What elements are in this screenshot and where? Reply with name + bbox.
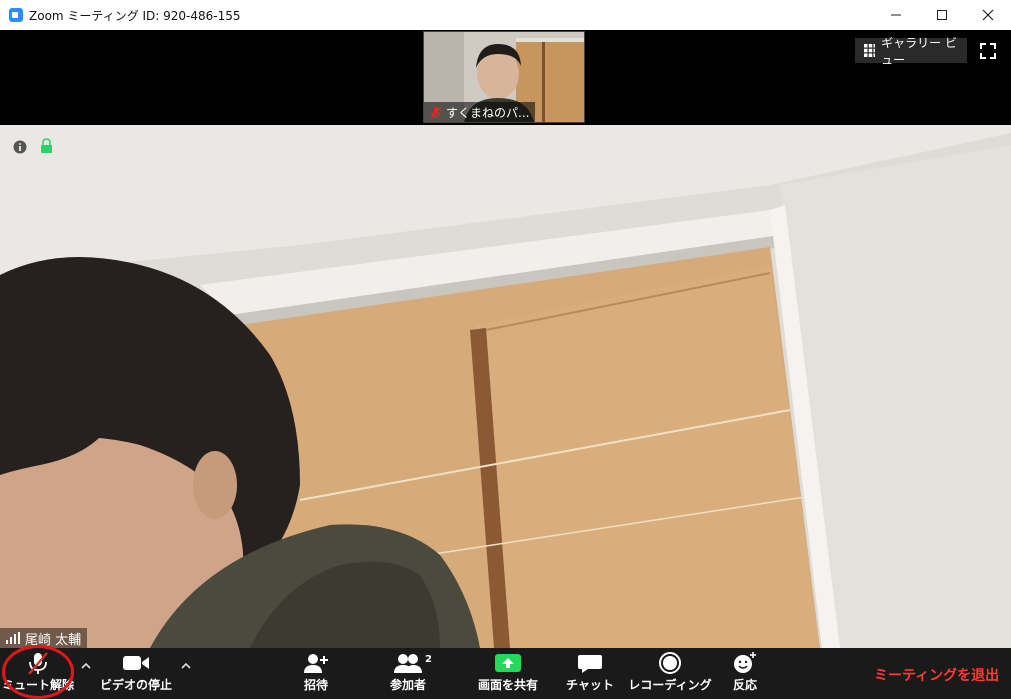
recording-label: レコーディング — [628, 678, 712, 692]
close-icon — [982, 9, 994, 21]
stop-video-button[interactable]: ビデオの停止 — [98, 648, 174, 699]
add-user-icon — [304, 654, 328, 673]
window-title: Zoom ミーティング ID: 920-486-155 — [29, 8, 241, 23]
unmute-button[interactable]: ミュート解除 — [2, 648, 74, 699]
participants-label: 参加者 — [389, 678, 426, 692]
thumbnail-name-tag: すくまねのパ... — [424, 102, 536, 122]
top-strip: すくまねのパ... ギャラリー ビュー — [0, 30, 1011, 125]
gallery-view-label: ギャラリー ビュー — [881, 35, 957, 67]
chat-icon — [578, 655, 602, 673]
chevron-up-icon — [81, 662, 91, 669]
participants-count: 2 — [425, 654, 432, 665]
reactions-button[interactable]: 反応 — [726, 648, 764, 699]
fullscreen-button[interactable] — [977, 40, 999, 62]
gallery-view-button[interactable]: ギャラリー ビュー — [855, 36, 967, 67]
thumbnail-name: すくまねのパ... — [446, 105, 530, 120]
share-screen-icon — [495, 654, 521, 672]
invite-label: 招待 — [303, 678, 328, 692]
record-icon — [659, 652, 681, 674]
invite-button[interactable]: 招待 — [296, 648, 336, 699]
grid-icon — [864, 44, 876, 57]
stop-video-label: ビデオの停止 — [99, 678, 172, 692]
meeting-info-button[interactable] — [13, 139, 27, 158]
video-options-caret[interactable] — [180, 660, 194, 674]
chat-label: チャット — [566, 678, 614, 692]
video-camera-icon — [123, 656, 149, 670]
leave-meeting-button[interactable]: ミーティングを退出 — [874, 665, 999, 685]
speaker-name-tag: 尾崎 太輔 — [0, 628, 88, 648]
chat-button[interactable]: チャット — [565, 648, 615, 699]
info-icon — [13, 140, 27, 154]
maximize-button[interactable] — [919, 0, 965, 30]
reaction-icon — [734, 652, 756, 673]
main-video-view: 尾崎 太輔 — [0, 125, 1011, 648]
audio-options-caret[interactable] — [80, 660, 94, 674]
zoom-window: Zoom ミーティング ID: 920-486-155 すくまねのパ... ギャ… — [0, 0, 1011, 699]
encryption-lock[interactable] — [40, 138, 53, 158]
chevron-up-icon — [181, 662, 191, 669]
lock-icon — [41, 138, 52, 153]
share-screen-button[interactable]: 画面を共有 — [472, 648, 544, 699]
zoom-app-icon — [9, 8, 23, 22]
title-bar: Zoom ミーティング ID: 920-486-155 — [0, 0, 1011, 30]
muted-mic-icon — [430, 106, 442, 118]
participants-icon — [394, 654, 422, 673]
participant-thumbnail[interactable]: すくまねのパ... — [423, 31, 585, 123]
minimize-button[interactable] — [873, 0, 919, 30]
meeting-toolbar: ミュート解除 ビデオの停止 招待 参加者 2 画面を共有 チャット レコーディン… — [0, 648, 1011, 699]
share-screen-label: 画面を共有 — [477, 678, 538, 692]
maximize-icon — [937, 10, 947, 20]
speaker-name: 尾崎 太輔 — [25, 632, 82, 648]
reactions-label: 反応 — [732, 678, 757, 692]
recording-button[interactable]: レコーディング — [628, 648, 712, 699]
unmute-label: ミュート解除 — [2, 678, 75, 692]
signal-icon — [6, 632, 20, 644]
minimize-icon — [891, 14, 901, 16]
close-button[interactable] — [965, 0, 1011, 30]
fullscreen-icon — [980, 43, 996, 59]
muted-mic-icon — [28, 652, 48, 675]
speaker-video — [0, 125, 1011, 648]
